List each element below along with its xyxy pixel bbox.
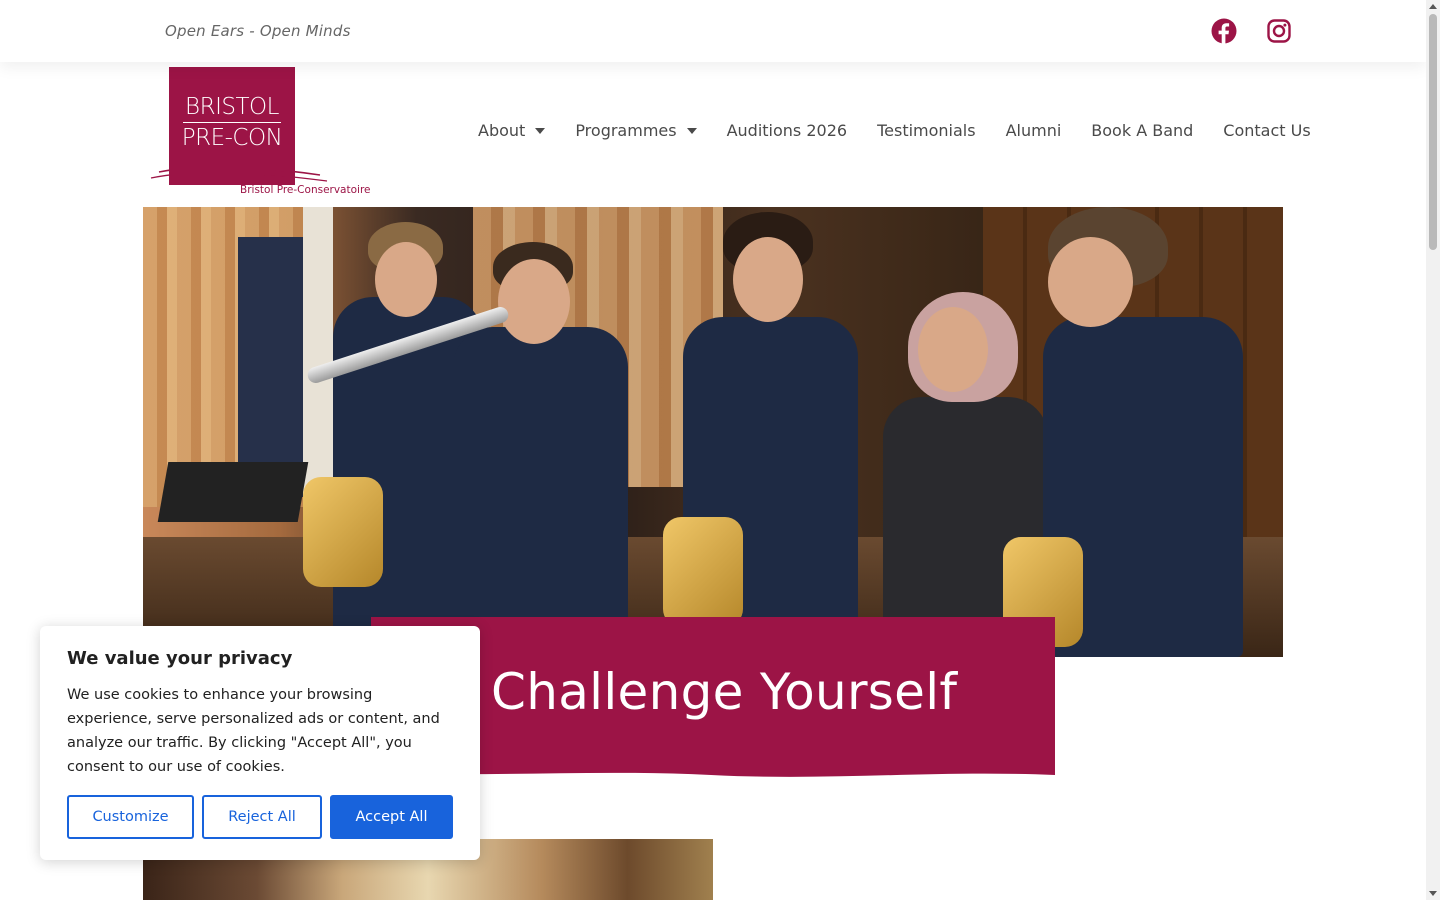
main-nav: About Programmes Auditions 2026 Testimon… [478, 120, 1311, 140]
scroll-up-icon[interactable] [1429, 4, 1437, 9]
musician-1-head [375, 242, 437, 317]
saxophone-1 [303, 477, 383, 587]
logo-subtitle: Bristol Pre-Conservatoire [240, 184, 371, 196]
musician-5-head [1048, 237, 1133, 327]
logo-text-line2: PRE-CON [181, 125, 283, 151]
nav-item-auditions[interactable]: Auditions 2026 [727, 121, 847, 140]
top-bar: Open Ears - Open Minds [0, 0, 1426, 62]
nav-item-alumni[interactable]: Alumni [1006, 121, 1062, 140]
instagram-icon[interactable] [1265, 17, 1293, 45]
nav-item-label: Contact Us [1223, 120, 1311, 140]
site-logo[interactable]: BRISTOL PRE-CON Bristol Pre-Conservatoir… [145, 67, 371, 199]
accept-all-button[interactable]: Accept All [330, 795, 453, 839]
customize-button[interactable]: Customize [67, 795, 194, 839]
nav-item-testimonials[interactable]: Testimonials [877, 121, 976, 140]
page-scrollbar[interactable] [1426, 0, 1440, 900]
chevron-down-icon [535, 128, 546, 134]
nav-item-label: Auditions 2026 [726, 120, 848, 140]
scrollbar-thumb[interactable] [1429, 14, 1437, 250]
reject-all-button[interactable]: Reject All [202, 795, 322, 839]
musician-3-head [733, 237, 803, 322]
nav-item-book-a-band[interactable]: Book A Band [1091, 121, 1193, 140]
cookie-text: We use cookies to enhance your browsing … [67, 687, 440, 775]
hero-window [238, 237, 308, 497]
facebook-icon[interactable] [1210, 17, 1238, 45]
nav-item-label: Testimonials [877, 120, 976, 140]
music-stand [157, 462, 309, 522]
nav-item-label: Alumni [1005, 120, 1062, 140]
tagline: Open Ears - Open Minds [165, 22, 351, 40]
site-header: BRISTOL PRE-CON Bristol Pre-Conservatoir… [0, 62, 1426, 202]
cookie-title: We value your privacy [67, 648, 293, 669]
nav-item-label: Book A Band [1091, 120, 1194, 140]
musician-2-head [498, 259, 570, 344]
cookie-consent-dialog: We value your privacy We use cookies to … [40, 626, 480, 860]
chevron-down-icon [686, 128, 697, 134]
musician-2 [453, 327, 628, 657]
scroll-down-icon[interactable] [1429, 891, 1437, 896]
nav-item-programmes[interactable]: Programmes [575, 120, 697, 140]
logo-waves [150, 157, 328, 182]
nav-item-about[interactable]: About [478, 120, 546, 140]
musician-4-head [918, 307, 988, 392]
saxophone-2 [663, 517, 743, 627]
hero-image [143, 207, 1283, 657]
hero-heading: Challenge Yourself [491, 663, 958, 721]
nav-item-contact-us[interactable]: Contact Us [1223, 121, 1310, 140]
nav-item-label: About [478, 120, 526, 140]
logo-divider [183, 122, 281, 123]
cookie-buttons: Customize Reject All Accept All [67, 795, 453, 839]
nav-item-label: Programmes [575, 120, 677, 140]
logo-text-line1: BRISTOL [185, 94, 279, 120]
